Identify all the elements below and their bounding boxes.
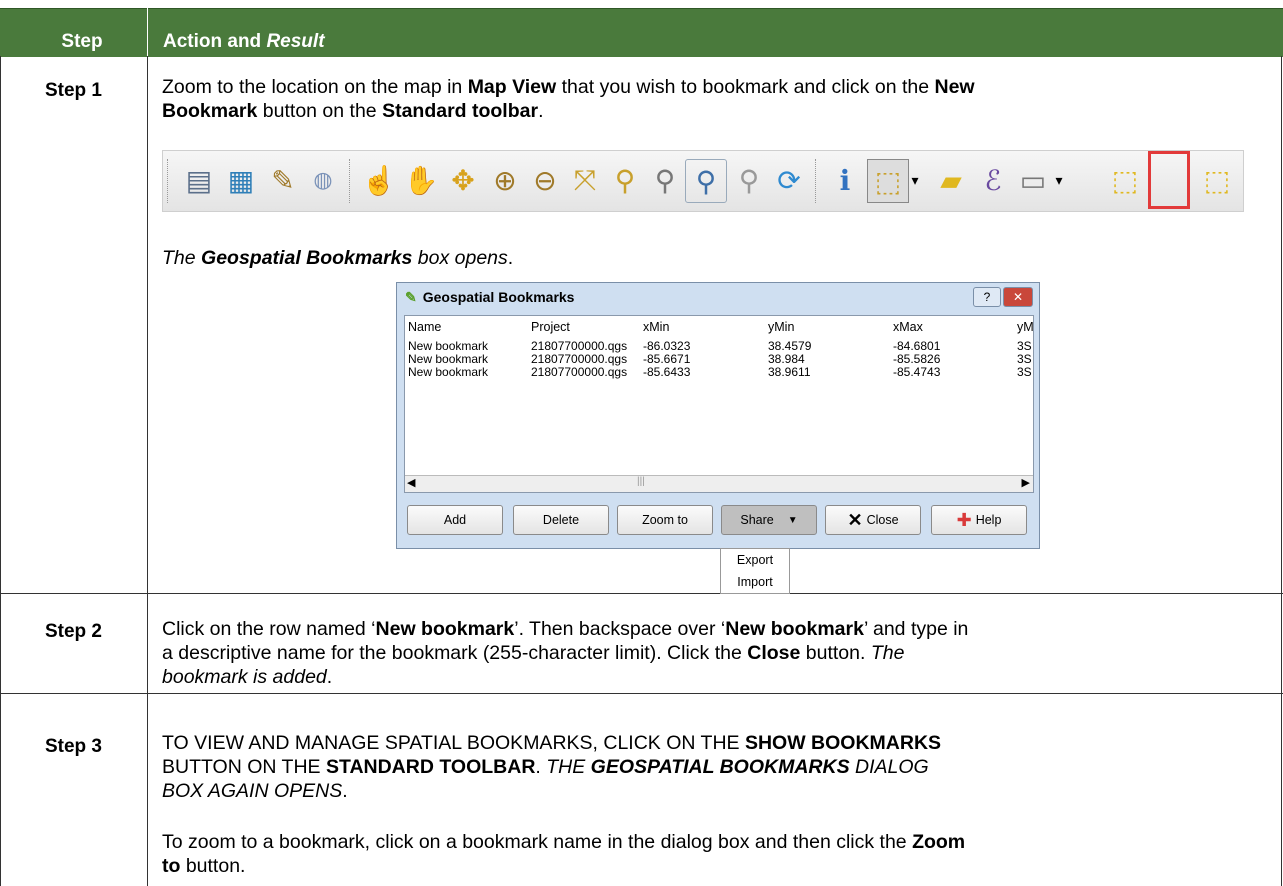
touch-icon[interactable]: ☝ [359,159,399,201]
dialog-help-button[interactable]: ? [973,287,1001,307]
scroll-thumb-grip[interactable]: ||| [637,476,645,487]
col-xmin[interactable]: xMin [643,320,669,334]
new-bookmark-highlight [1148,151,1190,209]
cell-xmin: -86.0323 [643,339,691,353]
horizontal-scrollbar[interactable]: ◀ ||| ▶ [405,475,1033,492]
show-bookmarks-icon[interactable]: ⬚ [1197,159,1237,201]
col-name[interactable]: Name [408,320,441,334]
map-icon[interactable]: ▦ [221,159,261,201]
help-button[interactable]: ✚ Help [931,505,1027,535]
brush-icon[interactable]: ✎ [263,159,303,201]
chevron-down-icon[interactable]: ▾ [1053,159,1065,201]
header-action: Action and Result [163,31,325,52]
select-icon[interactable]: ⬚ [867,159,909,203]
new-bookmark-icon[interactable]: ⬚ [1105,159,1145,201]
close-icon: ✕ [847,509,863,530]
col-ymax[interactable]: yM [1017,320,1033,334]
chevron-down-icon[interactable]: ▾ [909,159,921,201]
step-1-result: The Geospatial Bookmarks box opens. [162,247,514,269]
identify-icon[interactable]: ℹ [825,159,865,201]
cell-xmax: -85.5826 [893,352,941,366]
refresh-icon[interactable]: ⟳ [769,159,809,201]
standard-toolbar: ▤ ▦ ✎ ◍ ☝ ✋ ✥ ⊕ ⊖ ⤧ ⚲ ⚲ ⚲ ⚲ ⟳ ℹ ⬚ ▾ ▰ ℰ … [162,150,1244,212]
save-icon[interactable]: ▤ [179,159,219,201]
dialog-close-button[interactable]: ✕ [1003,287,1033,307]
cell-project: 21807700000.qgs [531,365,628,379]
cell-xmin: -85.6671 [643,352,691,366]
cell-xmin: -85.6433 [643,365,691,379]
col-xmax[interactable]: xMax [893,320,923,334]
zoom-to-selection-icon[interactable]: ⚲ [605,159,645,201]
step-3-paragraph-2: To zoom to a bookmark, click on a bookma… [162,831,966,877]
col-ymin[interactable]: yMin [768,320,794,334]
globe-icon[interactable]: ◍ [303,159,343,201]
add-button[interactable]: Add [407,505,503,535]
geospatial-bookmarks-dialog: ✎ Geospatial Bookmarks ? ✕ Name Project x… [396,282,1040,549]
step-3-label: Step 3 [44,736,103,757]
zoom-to-button[interactable]: Zoom to [617,505,713,535]
dialog-title: ✎ Geospatial Bookmarks [405,289,575,305]
close-label: Close [866,513,899,527]
cell-ymax: 3S [1017,352,1032,366]
pan-hand-icon[interactable]: ✋ [401,159,441,201]
bookmark-leaf-icon: ✎ [405,289,417,305]
cell-ymin: 38.9611 [768,365,811,379]
header-step: Step [61,31,103,52]
step-1-text: Zoom to the location on the map in Map V… [162,76,975,122]
cell-ymin: 38.4579 [768,339,812,353]
help-label: Help [975,513,1002,527]
zoom-in-icon[interactable]: ⊕ [485,159,525,201]
grid-right [1281,56,1282,886]
scroll-left-icon[interactable]: ◀ [407,476,415,489]
expression-select-icon[interactable]: ℰ [973,159,1013,201]
menu-item-export[interactable]: Export [721,549,789,571]
chevron-down-icon: ▼ [787,514,798,526]
toolbar-grip [167,159,170,203]
cell-ymax: 3S [1017,339,1032,353]
grid-mid [147,56,148,886]
cell-name: New bookmark [408,339,489,353]
step-2-label: Step 2 [44,621,103,642]
scroll-right-icon[interactable]: ▶ [1022,476,1030,489]
step-2-text: Click on the row named ‘New bookmark’. T… [162,618,969,688]
deselect-icon[interactable]: ▰ [931,159,971,201]
share-button[interactable]: Share ▼ [721,505,817,535]
close-button[interactable]: ✕ Close [825,505,921,535]
measure-icon[interactable]: ▭ [1013,159,1053,201]
cell-ymax: 3S [1017,365,1032,379]
menu-item-import[interactable]: Import [721,571,789,593]
zoom-next-icon[interactable]: ⚲ [729,159,769,201]
toolbar-separator [815,159,818,203]
cell-xmax: -84.6801 [893,339,941,353]
grid-left [0,56,1,886]
cell-project: 21807700000.qgs [531,339,628,353]
header-divider [147,8,148,56]
share-label: Share [740,513,774,527]
bookmarks-list[interactable]: Name Project xMin yMin xMax yM New bookm… [404,315,1034,493]
pan-to-selection-icon[interactable]: ✥ [443,159,483,201]
delete-button[interactable]: Delete [513,505,609,535]
zoom-full-icon[interactable]: ⤧ [565,159,605,201]
cell-project: 21807700000.qgs [531,352,628,366]
zoom-last-icon[interactable]: ⚲ [685,159,727,203]
row-divider-2 [0,693,1283,694]
help-lifebuoy-icon: ✚ [956,509,972,530]
share-dropdown-menu: Export Import [720,548,790,594]
zoom-out-icon[interactable]: ⊖ [525,159,565,201]
cell-name: New bookmark [408,352,489,366]
zoom-to-layer-icon[interactable]: ⚲ [645,159,685,201]
cell-name: New bookmark [408,365,489,379]
row-divider-1 [0,593,1283,594]
cell-ymin: 38.984 [768,352,805,366]
toolbar-separator [349,159,352,203]
col-project[interactable]: Project [531,320,570,334]
step-1-label: Step 1 [44,80,103,101]
table-header: Step Action and Result [0,8,1283,57]
step-3-text: TO VIEW AND MANAGE SPATIAL BOOKMARKS, CL… [162,732,942,802]
cell-xmax: -85.4743 [893,365,941,379]
